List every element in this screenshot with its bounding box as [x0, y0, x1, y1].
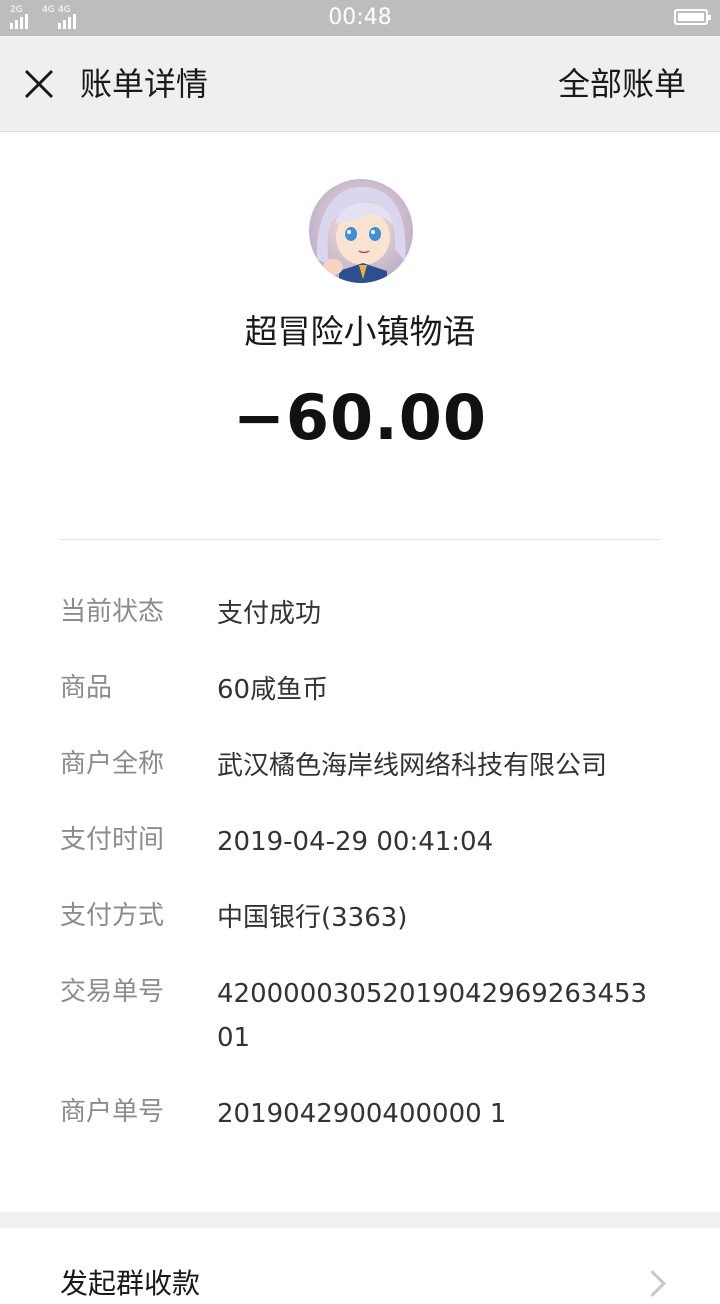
- detail-label: 当前状态: [60, 597, 165, 627]
- detail-label: 商品: [60, 673, 113, 703]
- close-icon: [24, 69, 54, 99]
- detail-value: 2019042900400000 1: [217, 1099, 507, 1129]
- detail-label: 交易单号: [60, 977, 165, 1007]
- all-bills-button[interactable]: 全部账单: [558, 62, 686, 106]
- divider: [60, 539, 660, 540]
- merchant-name: 超冒险小镇物语: [244, 312, 476, 351]
- close-button[interactable]: [16, 60, 64, 108]
- group-collect-label: 发起群收款: [60, 1267, 201, 1300]
- detail-value: 中国银行(3363): [217, 903, 408, 933]
- detail-label: 支付时间: [60, 825, 165, 855]
- section-separator: [0, 1212, 720, 1228]
- detail-label: 支付方式: [60, 901, 165, 931]
- detail-value: 武汉橘色海岸线网络科技有限公司: [217, 751, 608, 781]
- detail-label: 商户单号: [60, 1097, 165, 1127]
- detail-value: 42000003052019042969263453 01: [217, 979, 648, 1053]
- merchant-avatar-icon: [309, 179, 413, 283]
- clock: 00:48: [328, 5, 392, 30]
- title-bar: 账单详情 全部账单: [0, 36, 720, 132]
- payment-amount: −60.00: [232, 381, 488, 454]
- detail-value: 60咸鱼币: [217, 675, 329, 705]
- merchant-avatar: [309, 179, 413, 283]
- page-title: 账单详情: [80, 65, 209, 103]
- chevron-right-icon: [639, 1270, 666, 1297]
- detail-label: 商户全称: [60, 749, 165, 779]
- group-collect-row[interactable]: 发起群收款: [0, 1228, 720, 1300]
- battery-icon: [674, 9, 711, 25]
- detail-value: 2019-04-29 00:41:04: [217, 827, 494, 857]
- status-bar: 2G 4G 4G 00:48: [0, 0, 720, 36]
- detail-value: 支付成功: [217, 599, 322, 629]
